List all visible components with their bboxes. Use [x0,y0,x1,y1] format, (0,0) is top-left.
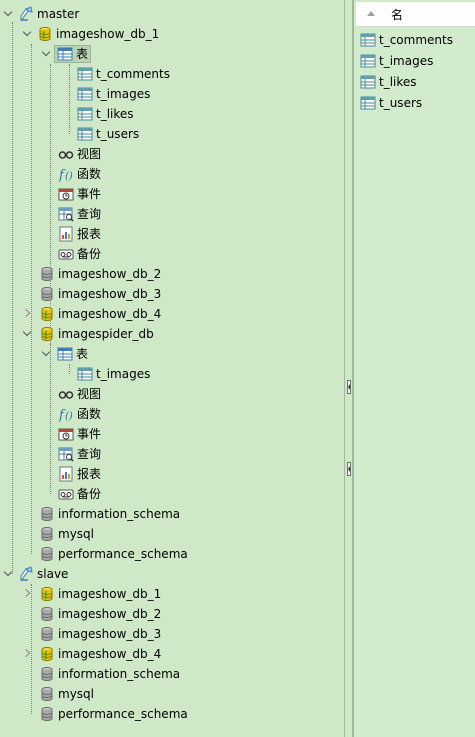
chevron-down-icon[interactable] [4,568,14,578]
query-icon [58,206,74,222]
database-item[interactable]: imageshow_db_2 [39,264,161,284]
connection-master[interactable]: master [4,4,79,24]
report-icon [58,226,74,242]
database-item[interactable]: performance_schema [39,544,188,564]
tables-folder[interactable]: 表 [42,344,88,364]
view-icon [58,146,74,162]
reports-folder[interactable]: 报表 [58,464,101,484]
object-list-item[interactable]: t_users [360,94,422,112]
connection-slave[interactable]: slave [4,564,68,584]
database-item[interactable]: imagespider_db [23,324,154,344]
database-item[interactable]: information_schema [39,504,180,524]
table-item[interactable]: t_images [77,364,150,384]
table-item[interactable]: t_images [77,84,150,104]
database-item[interactable]: mysql [39,524,94,544]
chevron-down-icon[interactable] [4,8,14,18]
table-item[interactable]: t_comments [77,64,170,84]
functions-folder[interactable]: 函数 [58,164,101,184]
backups-folder[interactable]: 备份 [58,484,101,504]
views-folder[interactable]: 视图 [58,384,101,404]
database-icon [39,686,55,702]
backup-icon [58,246,74,262]
connection-icon [18,6,34,22]
reports-folder[interactable]: 报表 [58,224,101,244]
events-folder[interactable]: 事件 [58,424,101,444]
navigation-tree: master imageshow_db_1 表 t_comments t_ima… [0,0,344,737]
views-folder[interactable]: 视图 [58,144,101,164]
table-icon [360,32,376,48]
database-icon [39,586,55,602]
database-icon [39,706,55,722]
chevron-down-icon[interactable] [42,48,52,58]
chevron-down-icon[interactable] [42,348,52,358]
table-icon [360,74,376,90]
object-list-item[interactable]: t_images [360,52,433,70]
chevron-right-icon[interactable] [23,588,33,598]
events-folder[interactable]: 事件 [58,184,101,204]
event-icon [58,426,74,442]
pane-splitter[interactable] [344,0,353,737]
functions-folder[interactable]: 函数 [58,404,101,424]
database-item[interactable]: imageshow_db_1 [23,584,161,604]
backups-folder[interactable]: 备份 [58,244,101,264]
chevron-right-icon[interactable] [23,648,33,658]
table-icon [77,86,93,102]
name-column-header[interactable]: 名 [356,2,475,27]
database-icon [39,326,55,342]
tables-icon [57,346,73,362]
database-item[interactable]: imageshow_db_4 [23,644,161,664]
table-item[interactable]: t_likes [77,104,134,124]
table-icon [360,53,376,69]
report-icon [58,466,74,482]
database-icon [39,626,55,642]
database-icon [39,526,55,542]
splitter-grip-icon[interactable] [347,462,351,476]
query-icon [58,446,74,462]
chevron-down-icon[interactable] [23,28,33,38]
object-list-item[interactable]: t_likes [360,73,417,91]
database-item[interactable]: imageshow_db_3 [39,284,161,304]
function-icon [58,406,74,422]
database-icon [39,286,55,302]
table-icon [77,106,93,122]
event-icon [58,186,74,202]
backup-icon [58,486,74,502]
database-icon [39,506,55,522]
table-icon [77,366,93,382]
database-icon [39,606,55,622]
database-icon [39,666,55,682]
table-item[interactable]: t_users [77,124,139,144]
view-icon [58,386,74,402]
queries-folder[interactable]: 查询 [58,444,101,464]
function-icon [58,166,74,182]
sort-ascending-icon [367,11,375,16]
table-icon [77,126,93,142]
database-item[interactable]: imageshow_db_1 [23,24,159,44]
database-icon [39,266,55,282]
chevron-down-icon[interactable] [23,328,33,338]
chevron-right-icon[interactable] [23,308,33,318]
splitter-grip-icon[interactable] [347,380,351,394]
tables-folder[interactable]: 表 [42,44,92,64]
table-icon [77,66,93,82]
database-item[interactable]: mysql [39,684,94,704]
connection-icon [18,566,34,582]
table-icon [360,95,376,111]
database-item[interactable]: imageshow_db_2 [39,604,161,624]
tables-icon [57,46,73,62]
queries-folder[interactable]: 查询 [58,204,101,224]
database-icon [39,306,55,322]
object-list-item[interactable]: t_comments [360,31,453,49]
database-icon [37,26,53,42]
database-icon [39,646,55,662]
database-item[interactable]: imageshow_db_4 [23,304,161,324]
database-icon [39,546,55,562]
database-item[interactable]: information_schema [39,664,180,684]
database-item[interactable]: performance_schema [39,704,188,724]
database-item[interactable]: imageshow_db_3 [39,624,161,644]
